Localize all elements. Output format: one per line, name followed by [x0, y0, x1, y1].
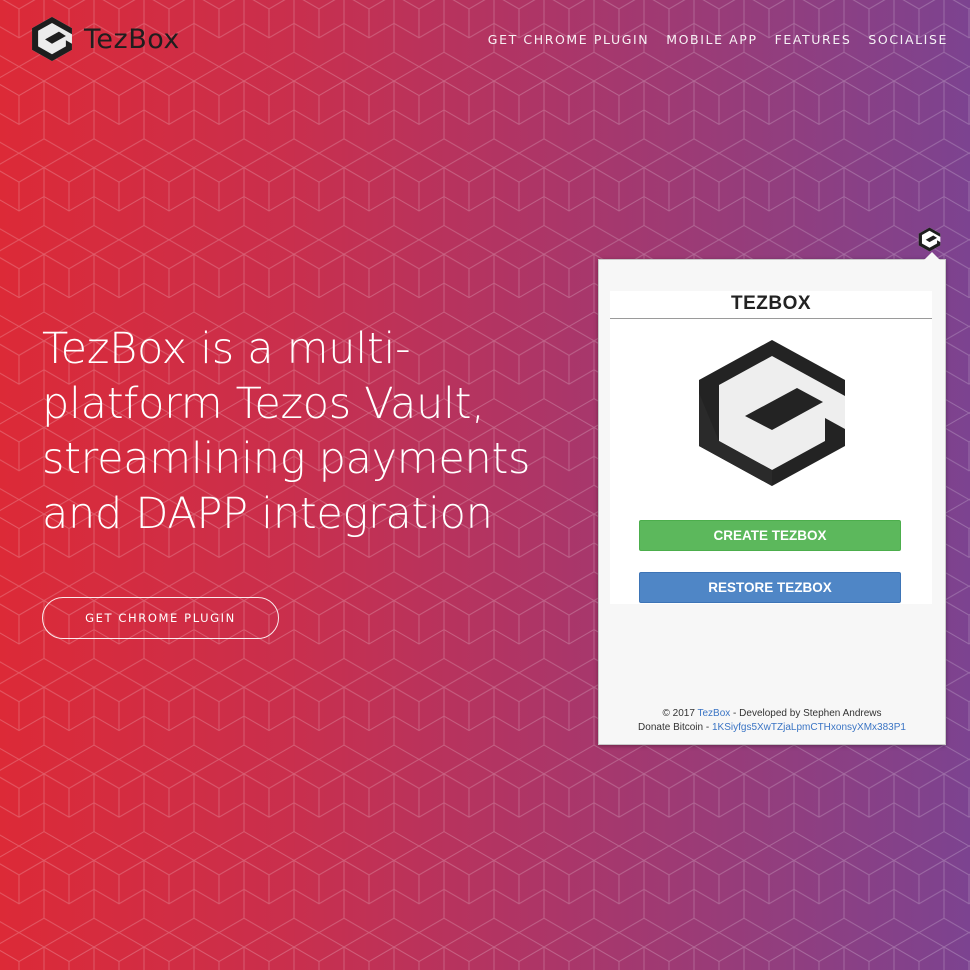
hero-headline: TezBox is a multi- platform Tezos Vault,…	[42, 322, 542, 542]
popup-title: TEZBOX	[610, 291, 932, 319]
nav-mobile-app[interactable]: MOBILE APP	[666, 32, 757, 47]
footer-tezbox-link[interactable]: TezBox	[697, 708, 730, 719]
tezbox-large-logo-icon	[699, 340, 845, 486]
extension-popup: TEZBOX CREATE TEZBOX RESTORE TEZBOX © 20…	[598, 252, 946, 745]
footer-bitcoin-address-link[interactable]: 1KSiyfgs5XwTZjaLpmCTHxonsyXMx383P1	[712, 722, 906, 733]
main-nav: GET CHROME PLUGIN MOBILE APP FEATURES SO…	[488, 32, 948, 47]
footer-credit-line: © 2017 TezBox - Developed by Stephen And…	[599, 707, 945, 721]
tezbox-logo-icon	[32, 16, 72, 62]
popup-footer: © 2017 TezBox - Developed by Stephen And…	[599, 707, 945, 735]
popup-card: TEZBOX CREATE TEZBOX RESTORE TEZBOX	[610, 291, 932, 604]
nav-get-chrome-plugin[interactable]: GET CHROME PLUGIN	[488, 32, 649, 47]
site-logo-text: TezBox	[84, 23, 180, 55]
hero-line-2: platform Tezos Vault,	[42, 379, 485, 429]
footer-donate-line: Donate Bitcoin - 1KSiyfgs5XwTZjaLpmCTHxo…	[599, 721, 945, 735]
site-logo[interactable]: TezBox	[30, 16, 180, 62]
nav-features[interactable]: FEATURES	[775, 32, 852, 47]
hero-chrome-plugin-button[interactable]: GET CHROME PLUGIN	[42, 597, 279, 639]
tezbox-extension-icon[interactable]	[917, 227, 942, 252]
create-tezbox-button[interactable]: CREATE TEZBOX	[639, 520, 901, 551]
restore-tezbox-button[interactable]: RESTORE TEZBOX	[639, 572, 901, 603]
footer-developer: - Developed by Stephen Andrews	[730, 708, 882, 719]
footer-copyright: © 2017	[662, 708, 698, 719]
hero-line-3: streamlining payments	[42, 434, 531, 484]
nav-socialise[interactable]: SOCIALISE	[868, 32, 948, 47]
footer-donate-label: Donate Bitcoin -	[638, 722, 712, 733]
hero-line-1: TezBox is a multi-	[42, 324, 411, 374]
popup-arrow	[924, 252, 940, 260]
hero-line-4: and DAPP integration	[42, 489, 493, 539]
